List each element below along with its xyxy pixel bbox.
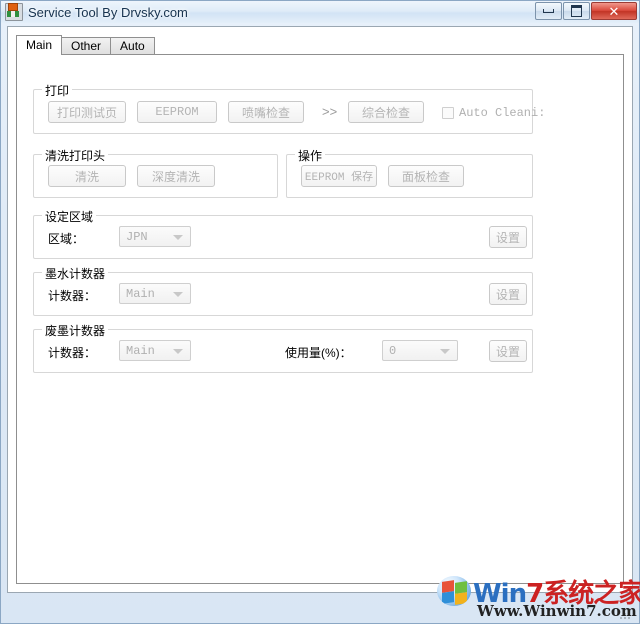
close-icon: ✕ bbox=[608, 3, 620, 19]
tab-other[interactable]: Other bbox=[61, 37, 112, 55]
region-combo-value: JPN bbox=[126, 229, 148, 244]
comprehensive-check-button[interactable]: 综合检查 bbox=[348, 101, 424, 123]
group-waste-counter-caption: 废墨计数器 bbox=[42, 322, 109, 339]
deep-clean-button[interactable]: 深度清洗 bbox=[137, 165, 215, 187]
application-window: Service Tool By Drvsky.com ✕ Main Other … bbox=[0, 0, 640, 624]
group-waste-counter: 废墨计数器 计数器： Main 使用量(%)： 0 设置 bbox=[33, 322, 533, 373]
group-operation: 操作 EEPROM 保存 面板检查 bbox=[286, 147, 533, 198]
watermark-url: Www.Winwin7.com bbox=[477, 602, 637, 620]
eeprom-save-button[interactable]: EEPROM 保存 bbox=[301, 165, 377, 187]
print-test-page-button[interactable]: 打印测试页 bbox=[48, 101, 126, 123]
chevron-down-icon bbox=[173, 348, 183, 354]
minimize-icon bbox=[536, 3, 561, 19]
group-region-caption: 设定区域 bbox=[42, 208, 97, 225]
maximize-icon bbox=[564, 3, 589, 19]
group-print: 打印 打印测试页 EEPROM 喷嘴检查 >> 综合检查 Auto Cleani… bbox=[33, 82, 545, 134]
group-clean-head-caption: 清洗打印头 bbox=[42, 147, 109, 164]
ink-counter-combo-value: Main bbox=[126, 286, 155, 301]
waste-counter-combo[interactable]: Main bbox=[119, 340, 191, 361]
app-printer-icon bbox=[5, 3, 23, 21]
title-bar: Service Tool By Drvsky.com ✕ bbox=[1, 1, 639, 23]
close-button[interactable]: ✕ bbox=[591, 2, 637, 20]
waste-counter-field-label: 计数器： bbox=[48, 346, 97, 360]
clean-button[interactable]: 清洗 bbox=[48, 165, 126, 187]
chevron-down-icon bbox=[173, 234, 183, 240]
region-field-label: 区域： bbox=[48, 232, 85, 246]
chevron-right-icon: >> bbox=[322, 104, 338, 119]
group-clean-head: 清洗打印头 清洗 深度清洗 bbox=[33, 147, 278, 198]
waste-usage-label: 使用量(%)： bbox=[285, 346, 352, 360]
nozzle-check-button[interactable]: 喷嘴检查 bbox=[228, 101, 304, 123]
waste-counter-combo-value: Main bbox=[126, 343, 155, 358]
group-region: 设定区域 区域： JPN 设置 bbox=[33, 208, 533, 259]
region-set-button[interactable]: 设置 bbox=[489, 226, 527, 248]
auto-cleaning-label: Auto Cleani: bbox=[459, 106, 546, 120]
tab-auto[interactable]: Auto bbox=[110, 37, 155, 55]
client-area: Main Other Auto 打印 打印测试页 EEPROM 喷嘴检查 >> … bbox=[7, 26, 633, 593]
ink-counter-combo[interactable]: Main bbox=[119, 283, 191, 304]
minimize-button[interactable] bbox=[535, 2, 562, 20]
region-combo[interactable]: JPN bbox=[119, 226, 191, 247]
waste-usage-value: 0 bbox=[389, 343, 397, 358]
chevron-down-icon bbox=[440, 348, 450, 354]
maximize-button[interactable] bbox=[563, 2, 590, 20]
windows-logo-icon bbox=[437, 576, 471, 606]
window-controls: ✕ bbox=[535, 2, 637, 20]
eeprom-button[interactable]: EEPROM bbox=[137, 101, 217, 123]
ink-counter-set-button[interactable]: 设置 bbox=[489, 283, 527, 305]
chevron-down-icon bbox=[173, 291, 183, 297]
group-operation-caption: 操作 bbox=[295, 147, 326, 164]
auto-cleaning-checkbox[interactable]: Auto Cleani: bbox=[442, 106, 545, 120]
tab-main[interactable]: Main bbox=[16, 35, 63, 55]
waste-counter-set-button[interactable]: 设置 bbox=[489, 340, 527, 362]
tab-strip: Main Other Auto bbox=[16, 35, 155, 55]
group-ink-counter-caption: 墨水计数器 bbox=[42, 265, 109, 282]
group-print-caption: 打印 bbox=[42, 82, 73, 99]
window-title: Service Tool By Drvsky.com bbox=[28, 4, 188, 20]
checkbox-box-icon bbox=[442, 107, 454, 119]
panel-check-button[interactable]: 面板检查 bbox=[388, 165, 464, 187]
group-ink-counter: 墨水计数器 计数器： Main 设置 bbox=[33, 265, 533, 316]
ink-counter-field-label: 计数器： bbox=[48, 289, 97, 303]
tab-page-main: 打印 打印测试页 EEPROM 喷嘴检查 >> 综合检查 Auto Cleani… bbox=[16, 54, 624, 584]
waste-usage-combo[interactable]: 0 bbox=[382, 340, 458, 361]
watermark: Win7系统之家 Www.Winwin7.com bbox=[437, 573, 640, 620]
